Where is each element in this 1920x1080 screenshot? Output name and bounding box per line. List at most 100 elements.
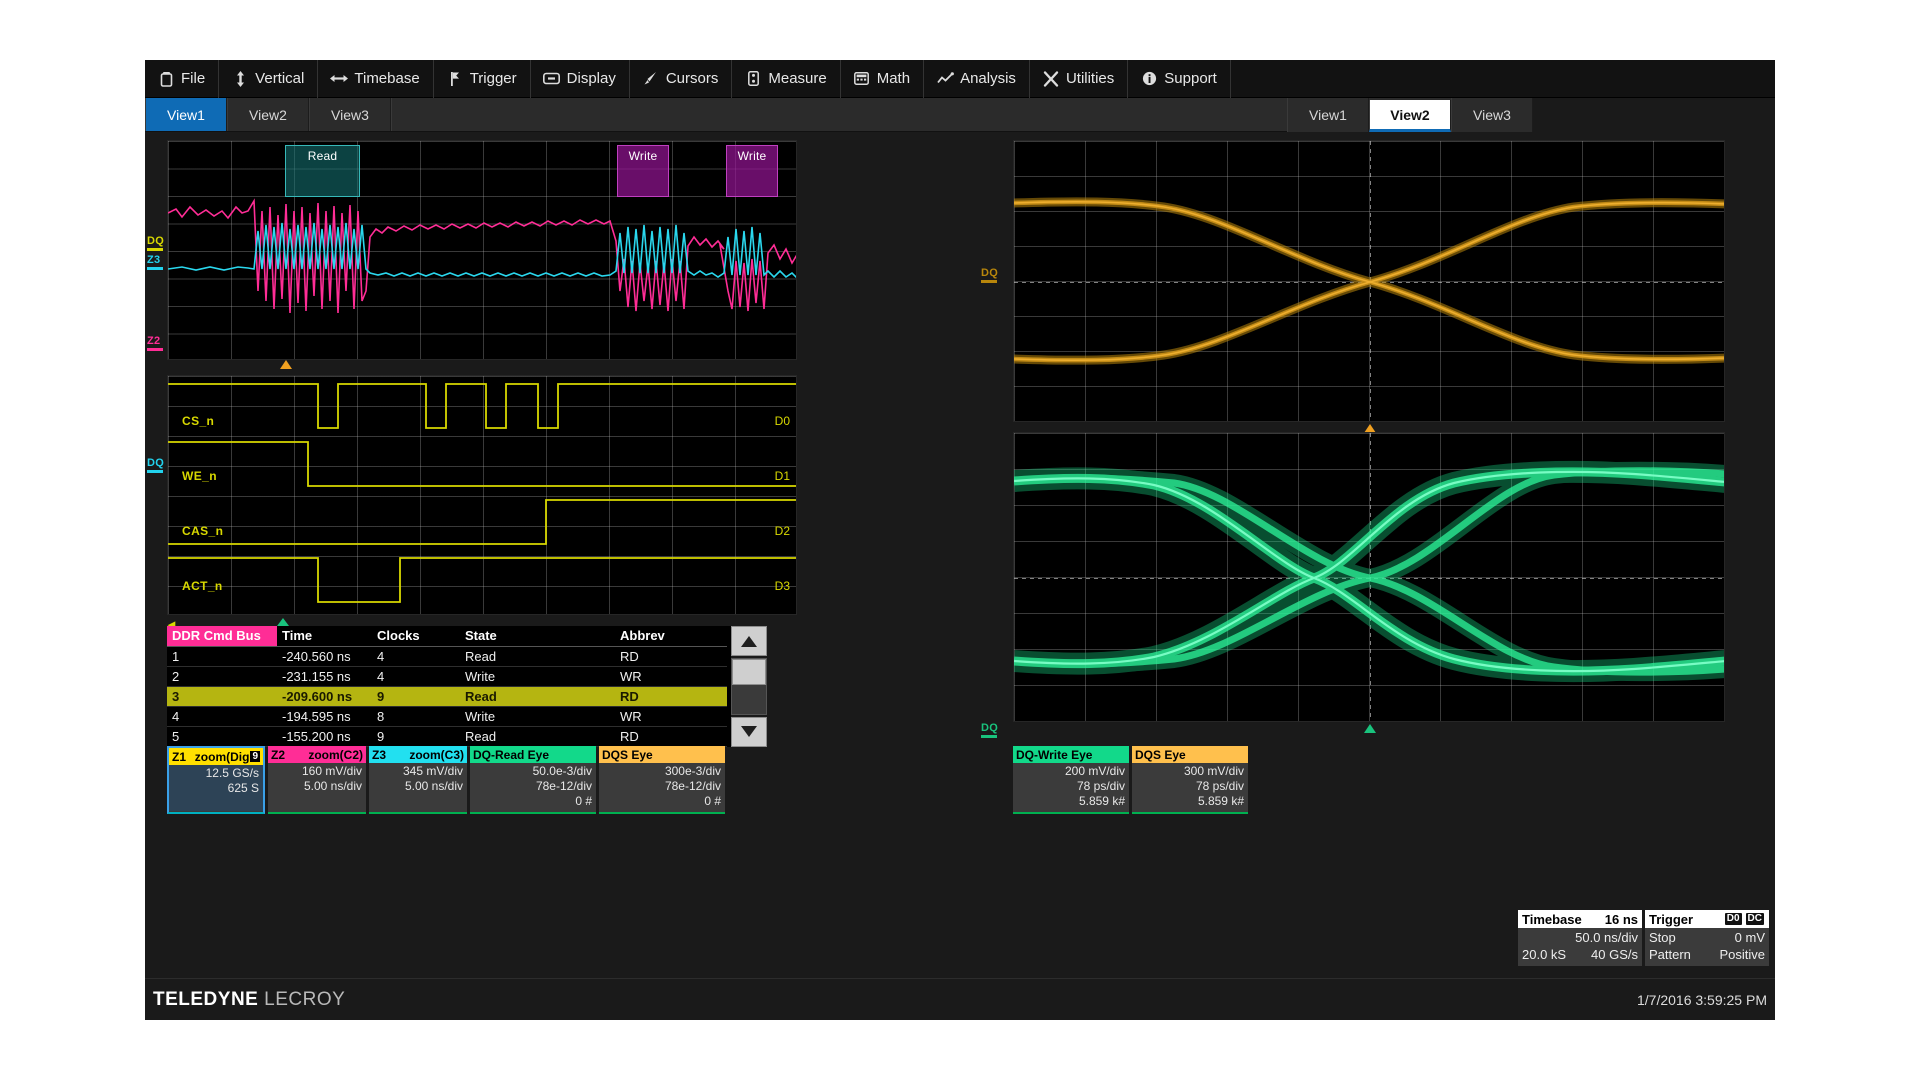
table-row[interactable]: 1 -240.560 ns 4 Read RD bbox=[167, 646, 727, 667]
descriptor-z2-zoom-c2[interactable]: Z2 zoom(C2) 160 mV/div 5.00 ns/div bbox=[268, 746, 366, 814]
bus-annotation-write-1-label: Write bbox=[628, 149, 658, 163]
menu-item-vertical[interactable]: Vertical bbox=[219, 59, 319, 98]
descriptor-dq-read-eye-body: 50.0e-3/div 78e-12/div 0 # bbox=[470, 763, 596, 812]
menu-item-utilities[interactable]: Utilities bbox=[1030, 59, 1129, 98]
logo-brand-bold: TELEDYNE bbox=[153, 988, 259, 1010]
descriptor-z3-zoom-c3[interactable]: Z3 zoom(C3) 345 mV/div 5.00 ns/div bbox=[369, 746, 467, 814]
menu-item-file[interactable]: File bbox=[145, 59, 220, 98]
bus-annotation-write-1[interactable]: Write bbox=[617, 145, 669, 197]
analog-zoom-waveform-pane[interactable]: Read Write Write bbox=[167, 140, 797, 360]
ddr-command-bus-table[interactable]: DDR Cmd Bus Time Clocks State Abbrev 1 -… bbox=[167, 626, 727, 747]
channel-tag-dq-analog[interactable]: DQ bbox=[147, 235, 164, 251]
menu-item-measure[interactable]: Measure bbox=[732, 59, 841, 98]
tab-left-view2-label: View2 bbox=[249, 106, 287, 123]
table-row[interactable]: 4 -194.595 ns 8 Write WR bbox=[167, 706, 727, 727]
cell-index: 1 bbox=[167, 646, 277, 667]
menu-label-support: Support bbox=[1164, 70, 1217, 87]
bus-annotation-read-1[interactable]: Read bbox=[285, 145, 360, 197]
channel-tag-z2-analog[interactable]: Z2 bbox=[147, 335, 163, 351]
analog-trigger-marker[interactable] bbox=[280, 360, 292, 369]
tab-left-view3[interactable]: View3 bbox=[309, 98, 391, 131]
descriptor-z1-zoom-digital[interactable]: Z1 zoom(Dig 9 12.5 GS/s 625 S bbox=[167, 746, 265, 814]
channel-tag-dq-digital[interactable]: DQ bbox=[147, 457, 164, 473]
cell-time: -231.155 ns bbox=[277, 666, 372, 687]
table-scrollbar[interactable] bbox=[731, 626, 767, 747]
cell-abbrev: RD bbox=[615, 646, 727, 667]
menu-item-support[interactable]: Support bbox=[1128, 59, 1231, 98]
channel-tag-z3-analog-label: Z3 bbox=[147, 254, 161, 266]
digital-trigger-marker[interactable] bbox=[277, 618, 289, 626]
scrollbar-track[interactable] bbox=[731, 658, 767, 715]
cell-state: Write bbox=[460, 706, 615, 727]
descriptor-dq-write-eye[interactable]: DQ-Write Eye 200 mV/div 78 ps/div 5.859 … bbox=[1013, 746, 1129, 814]
tab-right-view2[interactable]: View2 bbox=[1369, 100, 1451, 132]
descriptor-dqs-eye-left[interactable]: DQS Eye 300e-3/div 78e-12/div 0 # bbox=[599, 746, 725, 814]
trigger-coupling-chip[interactable]: DC bbox=[1744, 912, 1765, 926]
tab-right-view3[interactable]: View3 bbox=[1451, 98, 1533, 132]
descriptor-dq-read-eye-line-3: 0 # bbox=[575, 794, 592, 808]
scroll-up-button[interactable] bbox=[731, 626, 767, 656]
table-row[interactable]: 5 -155.200 ns 9 Read RD bbox=[167, 726, 727, 747]
descriptor-dq-write-eye-line-3: 5.859 k# bbox=[1078, 794, 1125, 808]
menu-label-display: Display bbox=[566, 70, 616, 87]
descriptor-dqs-eye-left-line-3: 0 # bbox=[704, 794, 721, 808]
menu-item-display[interactable]: Display bbox=[531, 59, 630, 98]
table-row-selected[interactable]: 3 -209.600 ns 9 Read RD bbox=[167, 686, 727, 707]
channel-tag-dq-digital-label: DQ bbox=[147, 457, 165, 469]
trigger-status-box[interactable]: Trigger D0 DC Stop 0 mV Pattern Positive bbox=[1645, 910, 1769, 966]
right-display-column: DQ DQ DQ-Write Eye 200 mV/div 78 ps/div … bbox=[975, 132, 1775, 942]
tab-left-view1[interactable]: View1 bbox=[145, 98, 227, 131]
descriptor-dqs-eye-left-header: DQS Eye bbox=[599, 746, 725, 763]
menu-item-trigger[interactable]: Trigger bbox=[434, 59, 531, 98]
cell-time: -209.600 ns bbox=[277, 686, 372, 707]
menu-label-timebase: Timebase bbox=[354, 70, 420, 87]
tab-right-view3-label: View3 bbox=[1473, 107, 1511, 123]
scrollbar-thumb[interactable] bbox=[732, 659, 766, 685]
menu-item-analysis[interactable]: Analysis bbox=[924, 59, 1030, 98]
table-header-abbrev: Abbrev bbox=[615, 626, 727, 647]
measure-gauge-icon bbox=[745, 71, 761, 87]
cell-time: -155.200 ns bbox=[277, 726, 372, 747]
timebase-status-header: Timebase 16 ns bbox=[1518, 910, 1642, 928]
descriptor-dq-write-eye-line-1: 200 mV/div bbox=[1064, 764, 1125, 778]
dqs-eye-diagram-pane[interactable] bbox=[1013, 432, 1725, 722]
table-row[interactable]: 2 -231.155 ns 4 Write WR bbox=[167, 666, 727, 687]
channel-tag-dqs-eye[interactable]: DQ bbox=[981, 722, 998, 738]
eye-bottom-trigger-marker[interactable] bbox=[1364, 724, 1376, 733]
channel-tag-z3-analog[interactable]: Z3 bbox=[147, 254, 163, 270]
descriptor-dqs-eye-right[interactable]: DQS Eye 300 mV/div 78 ps/div 5.859 k# bbox=[1132, 746, 1248, 814]
trigger-status-slope: Positive bbox=[1719, 947, 1765, 962]
teledyne-lecroy-logo: TELEDYNE LECROY bbox=[153, 989, 345, 1011]
bus-annotation-write-2[interactable]: Write bbox=[726, 145, 778, 197]
menu-label-math: Math bbox=[876, 70, 911, 87]
digital-signal-label-cas-n: CAS_n bbox=[182, 524, 224, 538]
descriptor-dqs-eye-left-body: 300e-3/div 78e-12/div 0 # bbox=[599, 763, 725, 812]
descriptor-dq-read-eye[interactable]: DQ-Read Eye 50.0e-3/div 78e-12/div 0 # bbox=[470, 746, 596, 814]
channel-tag-dqs-eye-label: DQ bbox=[981, 722, 999, 734]
descriptor-z3-id: Z3 bbox=[372, 747, 387, 762]
left-descriptor-row: Z1 zoom(Dig 9 12.5 GS/s 625 S Z2 zoom(C2… bbox=[167, 746, 725, 814]
digital-bus-waveform-pane[interactable]: CS_n D0 WE_n D1 CAS_n D2 ACT_n D3 bbox=[167, 375, 797, 615]
trigger-status-title: Trigger bbox=[1649, 911, 1694, 927]
math-calculator-icon bbox=[854, 71, 870, 87]
dq-write-eye-diagram-pane[interactable] bbox=[1013, 140, 1725, 422]
menu-item-cursors[interactable]: Cursors bbox=[630, 59, 733, 98]
main-menu-bar: File Vertical Timebase Trigger Display C… bbox=[145, 59, 1775, 98]
menu-item-math[interactable]: Math bbox=[841, 59, 925, 98]
tab-left-view2[interactable]: View2 bbox=[227, 98, 309, 131]
tab-right-view2-label: View2 bbox=[1390, 106, 1430, 123]
utilities-wrench-icon bbox=[1043, 70, 1059, 87]
menu-label-vertical: Vertical bbox=[255, 70, 305, 87]
timebase-status-box[interactable]: Timebase 16 ns 50.0 ns/div 20.0 kS 40 GS… bbox=[1518, 910, 1642, 966]
tab-right-view1[interactable]: View1 bbox=[1287, 98, 1369, 132]
timebase-status-memory: 20.0 kS bbox=[1522, 947, 1567, 962]
channel-tag-z2-analog-label: Z2 bbox=[147, 335, 161, 347]
menu-label-cursors: Cursors bbox=[665, 70, 719, 87]
menu-label-trigger: Trigger bbox=[469, 70, 517, 87]
trigger-source-chip[interactable]: D0 bbox=[1723, 912, 1743, 926]
channel-tag-dq-read-eye[interactable]: DQ bbox=[981, 267, 998, 283]
table-header-ddr-cmd-bus: DDR Cmd Bus bbox=[167, 626, 277, 647]
descriptor-dq-read-eye-title: DQ-Read Eye bbox=[473, 747, 550, 762]
menu-item-timebase[interactable]: Timebase bbox=[318, 59, 434, 98]
scroll-down-button[interactable] bbox=[731, 716, 767, 747]
